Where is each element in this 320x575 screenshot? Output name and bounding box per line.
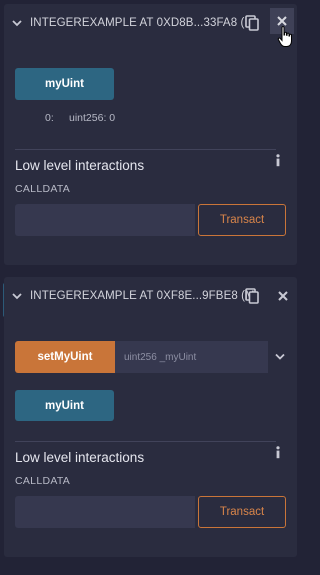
output-value: uint256: 0 <box>69 112 116 124</box>
setmyuint-param-input[interactable] <box>115 341 268 373</box>
myuint-button[interactable]: myUint <box>15 390 114 421</box>
divider <box>15 149 276 150</box>
transact-button[interactable]: Transact <box>198 496 286 528</box>
hand-pointer-icon <box>277 26 292 47</box>
deployed-contract-instance: INTEGEREXAMPLE AT 0XF8E...9FBE8 (M setMy… <box>4 277 297 557</box>
chevron-down-icon[interactable] <box>12 19 22 27</box>
low-level-interactions-title: Low level interactions <box>15 158 145 173</box>
chevron-down-icon[interactable] <box>12 292 22 300</box>
output-index: 0: <box>45 112 54 124</box>
instance-title[interactable]: INTEGEREXAMPLE AT 0XD8B...33FA8 (I <box>30 17 248 29</box>
myuint-button[interactable]: myUint <box>15 68 114 100</box>
divider <box>15 441 276 442</box>
calldata-input[interactable] <box>15 204 195 236</box>
calldata-label: CALLDATA <box>15 475 71 487</box>
setmyuint-button[interactable]: setMyUint <box>15 341 115 373</box>
deployed-contract-instance: INTEGEREXAMPLE AT 0XD8B...33FA8 (I myUin… <box>4 4 297 265</box>
info-icon[interactable] <box>275 154 281 167</box>
chevron-down-icon[interactable] <box>275 353 285 360</box>
copy-icon[interactable] <box>245 15 259 31</box>
transact-button[interactable]: Transact <box>198 204 286 236</box>
calldata-input[interactable] <box>15 496 195 528</box>
copy-icon[interactable] <box>245 288 259 304</box>
calldata-label: CALLDATA <box>15 183 71 195</box>
close-icon[interactable] <box>278 291 288 301</box>
instance-title[interactable]: INTEGEREXAMPLE AT 0XF8E...9FBE8 (M <box>30 290 255 302</box>
low-level-interactions-title: Low level interactions <box>15 450 145 465</box>
info-icon[interactable] <box>275 446 281 459</box>
